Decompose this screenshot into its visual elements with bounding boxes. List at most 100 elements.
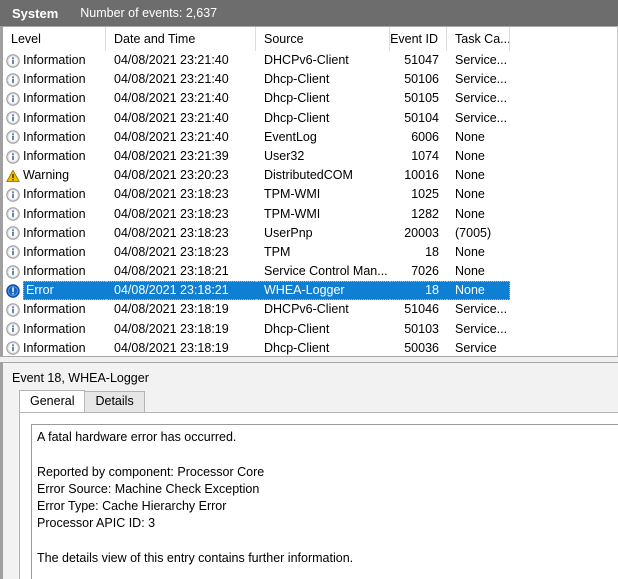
cell-level: Information	[3, 128, 106, 147]
table-row[interactable]: Information 04/08/2021 23:21:40 Dhcp-Clien…	[3, 89, 616, 108]
level-text: Information	[23, 129, 86, 144]
cell-level: Warning	[3, 166, 106, 185]
level-text: Information	[23, 148, 86, 163]
cell-date: 04/08/2021 23:18:19	[114, 302, 229, 317]
level-text: Information	[23, 53, 86, 67]
level-text: Information	[23, 340, 86, 355]
cell-date: 04/08/2021 23:21:40	[114, 72, 229, 87]
tab-details[interactable]: Details	[84, 391, 145, 412]
column-header-source[interactable]: Source	[256, 27, 390, 51]
cell-event-id: 7026	[411, 264, 439, 279]
table-row[interactable]: Error 04/08/2021 23:18:21 WHEA-Logger 18 Non…	[3, 281, 616, 301]
table-row[interactable]: Information 04/08/2021 23:21:40 Dhcp-Clien…	[3, 109, 616, 128]
detail-tabstrip: General Details	[19, 390, 145, 412]
description-line: Error Type: Cache Hierarchy Error	[37, 499, 227, 514]
column-header-level[interactable]: Level	[3, 27, 106, 51]
cell-task-category: Service...	[455, 110, 508, 125]
table-row[interactable]: Information 04/08/2021 23:21:40 Dhcp-Clien…	[3, 70, 616, 89]
events-table-body: Information 04/08/2021 23:21:40 DHCPv6-Cli…	[3, 51, 616, 356]
cell-date: 04/08/2021 23:18:21	[114, 264, 229, 279]
events-column-header-row: Level Date and Time Source Event ID Task…	[3, 27, 616, 51]
level-text: Information	[23, 72, 86, 87]
log-name-label: System	[12, 5, 59, 21]
level-text: Information	[23, 264, 86, 279]
cell-level: Information	[3, 243, 106, 262]
column-header-task-category[interactable]: Task Ca...	[447, 27, 510, 51]
cell-date: 04/08/2021 23:18:23	[114, 187, 229, 202]
cell-event-id: 50103	[404, 321, 439, 336]
cell-level: Information	[3, 205, 106, 224]
information-icon	[6, 111, 20, 125]
level-text: Information	[23, 225, 86, 240]
cell-date: 04/08/2021 23:21:40	[114, 110, 229, 125]
information-icon	[6, 245, 20, 260]
cell-source: TPM	[264, 244, 291, 259]
table-row[interactable]: Information 04/08/2021 23:21:39 User32 1074…	[3, 147, 616, 166]
cell-level: Information	[3, 109, 106, 128]
tab-general[interactable]: General	[19, 390, 86, 412]
table-row[interactable]: Information 04/08/2021 23:18:23 TPM-WMI 102…	[3, 185, 616, 204]
cell-event-id: 50106	[404, 72, 439, 87]
description-blank-line	[37, 446, 618, 463]
table-row[interactable]: Information 04/08/2021 23:18:19 Dhcp-Clien…	[3, 320, 616, 339]
cell-event-id: 50105	[404, 91, 439, 106]
cell-source: Service Control Man...	[264, 264, 388, 279]
cell-level: Information	[3, 320, 106, 339]
cell-source: TPM-WMI	[264, 206, 321, 221]
event-description-box[interactable]: A fatal hardware error has occurred. Rep…	[31, 424, 618, 579]
cell-level: Information	[3, 300, 106, 319]
log-header-bar: System Number of events: 2,637	[0, 0, 618, 26]
event-detail-body: General Details A fatal hardware error h…	[19, 390, 618, 579]
table-row[interactable]: Information 04/08/2021 23:18:23 TPM-WMI 128…	[3, 205, 616, 224]
cell-event-id: 18	[390, 281, 447, 301]
event-detail-pane: Event 18, WHEA-Logger General Details A …	[0, 362, 618, 579]
cell-level: Information	[3, 224, 106, 243]
information-icon	[6, 264, 20, 279]
cell-task-category: None	[455, 148, 485, 163]
level-text: Warning	[23, 168, 70, 183]
cell-task-category: (7005)	[455, 225, 492, 240]
description-line: Processor APIC ID: 3	[37, 516, 156, 531]
cell-date: 04/08/2021 23:20:23	[114, 168, 229, 183]
cell-source: Dhcp-Client	[264, 340, 330, 355]
cell-date: 04/08/2021 23:21:40	[114, 129, 229, 144]
cell-source: UserPnp	[264, 225, 313, 240]
cell-date: 04/08/2021 23:18:19	[114, 321, 229, 336]
description-blank-line	[37, 533, 618, 550]
cell-task-category: None	[455, 129, 485, 144]
description-line: Reported by component: Processor Core	[37, 464, 265, 479]
cell-task-category: Service	[455, 340, 497, 355]
cell-task-category: None	[455, 264, 485, 279]
cell-source: Dhcp-Client	[264, 72, 330, 87]
table-row[interactable]: Information 04/08/2021 23:18:23 TPM 18 None	[3, 243, 616, 262]
information-icon	[6, 92, 20, 106]
table-row[interactable]: Information 04/08/2021 23:21:40 DHCPv6-Cli…	[3, 51, 616, 70]
cell-source: User32	[264, 148, 305, 163]
cell-task-category: Service...	[455, 91, 508, 106]
level-text: Information	[23, 244, 86, 259]
cell-event-id: 51047	[404, 53, 439, 67]
table-row[interactable]: Information 04/08/2021 23:18:21 Service Co…	[3, 262, 616, 281]
cell-level: Information	[3, 262, 106, 281]
level-text: Information	[23, 206, 86, 221]
cell-source: Dhcp-Client	[264, 321, 330, 336]
cell-source: Dhcp-Client	[264, 91, 330, 106]
cell-task-category: None	[455, 244, 485, 259]
table-row[interactable]: Information 04/08/2021 23:21:40 EventLog 60…	[3, 128, 616, 147]
information-icon	[6, 303, 20, 317]
cell-event-id: 1025	[411, 187, 439, 202]
events-list-pane[interactable]: Level Date and Time Source Event ID Task…	[0, 26, 618, 356]
cell-level: Information	[3, 70, 106, 89]
table-row[interactable]: Information 04/08/2021 23:18:19 Dhcp-Clien…	[3, 339, 616, 356]
information-icon	[6, 188, 20, 202]
cell-task-category: Service...	[455, 53, 508, 67]
table-row[interactable]: Information 04/08/2021 23:18:23 UserPnp 200…	[3, 224, 616, 243]
column-header-event-id[interactable]: Event ID	[390, 27, 447, 51]
table-row[interactable]: Information 04/08/2021 23:18:19 DHCPv6-Cli…	[3, 300, 616, 319]
table-row[interactable]: Warning 04/08/2021 23:20:23 DistributedCOM…	[3, 166, 616, 185]
level-text: Information	[23, 91, 86, 106]
information-icon	[6, 73, 20, 87]
cell-task-category: None	[455, 168, 485, 183]
column-header-date[interactable]: Date and Time	[106, 27, 256, 51]
cell-task-category: Service...	[455, 321, 508, 336]
